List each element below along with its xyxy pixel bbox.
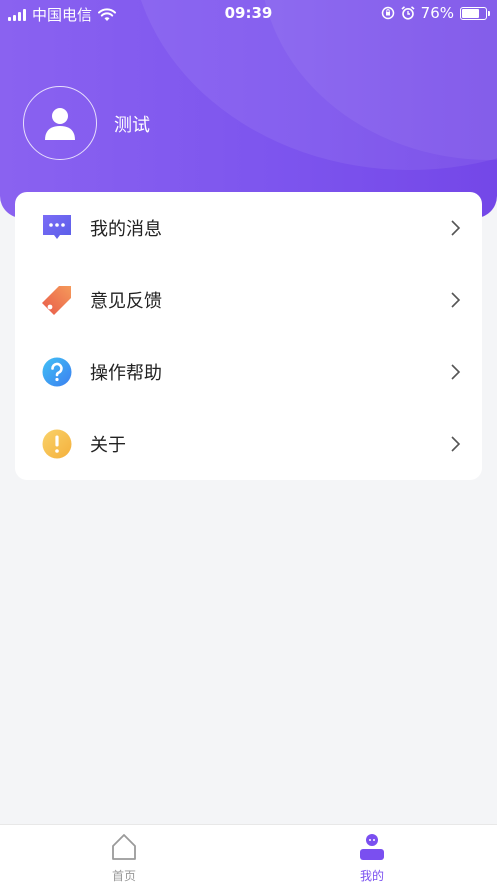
- info-icon: [41, 428, 73, 460]
- menu-item-label: 操作帮助: [90, 363, 162, 384]
- chevron-right-icon: [451, 436, 461, 452]
- home-icon: [112, 834, 136, 860]
- status-bar: 中国电信 09:39 76%: [0, 0, 497, 26]
- menu-item-label: 关于: [90, 435, 126, 456]
- tab-label: 我的: [359, 869, 384, 883]
- battery-percent: 76%: [420, 4, 454, 22]
- profile-icon: [360, 834, 384, 860]
- avatar[interactable]: [23, 86, 97, 160]
- help-icon: [41, 356, 73, 388]
- battery-icon: [460, 6, 490, 20]
- tab-bar: 首页 我的: [0, 824, 497, 883]
- tab-home[interactable]: 首页: [0, 825, 248, 883]
- menu-item-messages[interactable]: 我的消息: [15, 192, 482, 264]
- tab-mine[interactable]: 我的: [248, 825, 496, 883]
- tag-icon: [41, 284, 73, 316]
- menu-item-label: 意见反馈: [90, 291, 162, 312]
- menu-card: 我的消息 意见反馈 操作帮助 关于: [15, 192, 482, 480]
- lock-rotation-icon: [381, 6, 394, 20]
- message-icon: [41, 212, 73, 244]
- username[interactable]: 测试: [114, 111, 150, 137]
- user-icon: [45, 108, 75, 140]
- menu-item-feedback[interactable]: 意见反馈: [15, 264, 482, 336]
- alarm-icon: [401, 6, 415, 20]
- chevron-right-icon: [451, 364, 461, 380]
- profile-header: 中国电信 09:39 76% 测试: [0, 0, 497, 218]
- chevron-right-icon: [451, 220, 461, 236]
- menu-item-help[interactable]: 操作帮助: [15, 336, 482, 408]
- chevron-right-icon: [451, 292, 461, 308]
- menu-item-label: 我的消息: [90, 219, 162, 240]
- tab-label: 首页: [111, 869, 136, 883]
- menu-item-about[interactable]: 关于: [15, 408, 482, 480]
